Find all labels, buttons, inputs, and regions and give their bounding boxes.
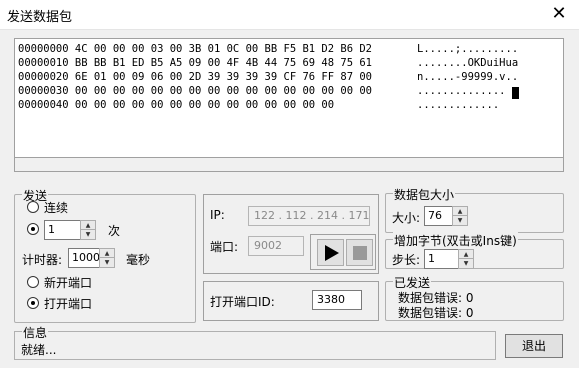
window-title: 发送数据包 <box>7 10 73 25</box>
stop-button[interactable] <box>346 239 373 266</box>
continuous-radio[interactable] <box>27 201 39 213</box>
timer-spinner[interactable]: ▲ ▼ <box>99 248 115 268</box>
new-port-radio[interactable] <box>27 276 39 288</box>
timer-input[interactable]: 1000 <box>68 248 101 268</box>
hex-view[interactable]: 00000000 4C 00 00 00 03 00 3B 01 0C 00 B… <box>14 38 564 172</box>
hex-lines: 00000000 4C 00 00 00 03 00 3B 01 0C 00 B… <box>18 42 372 112</box>
stop-icon <box>353 246 367 260</box>
count-unit-label: 次 <box>108 224 121 238</box>
close-button[interactable]: ✕ <box>539 0 579 30</box>
hex-line: 00000030 00 00 00 00 00 00 00 00 00 00 0… <box>18 85 373 97</box>
port-label: 端口: <box>210 240 239 254</box>
port-id-input[interactable]: 3380 <box>312 290 362 310</box>
add-bytes-group-label: 增加字节(双击或Ins键) <box>393 232 518 249</box>
size-input[interactable]: 76 <box>424 206 454 226</box>
count-radio[interactable] <box>27 223 39 235</box>
info-group-label: 信息 <box>22 324 49 341</box>
step-input[interactable]: 1 <box>424 249 460 269</box>
play-icon <box>325 245 339 261</box>
port-id-label: 打开端口ID: <box>210 295 275 309</box>
ascii-line: n.....-99999.v.. <box>417 71 519 83</box>
size-spinner[interactable]: ▲ ▼ <box>452 206 468 226</box>
ascii-lines: L.....;......... ........OKDuiHua n.....… <box>417 42 518 112</box>
exit-button[interactable]: 退出 <box>505 334 563 358</box>
step-spinner[interactable]: ▲ ▼ <box>458 249 474 269</box>
hex-line: 00000010 BB BB B1 ED B5 A5 09 00 4F 4B 4… <box>18 57 373 69</box>
step-label: 步长: <box>392 253 421 267</box>
spin-down-icon[interactable]: ▼ <box>100 258 114 267</box>
ascii-line: ........OKDuiHua <box>417 57 519 69</box>
packet-size-group-label: 数据包大小 <box>393 186 456 203</box>
ip-label: IP: <box>210 208 225 222</box>
hex-line: 00000000 4C 00 00 00 03 00 3B 01 0C 00 B… <box>18 43 373 55</box>
play-button[interactable] <box>317 239 344 266</box>
open-port-label: 打开端口 <box>44 297 93 311</box>
spin-up-icon[interactable]: ▲ <box>453 207 467 216</box>
count-input[interactable]: 1 <box>44 220 84 240</box>
open-port-radio[interactable] <box>27 297 39 309</box>
info-group: 信息 就绪... <box>14 324 496 360</box>
hex-line: 00000020 6E 01 00 09 06 00 2D 39 39 39 3… <box>18 71 373 83</box>
timer-unit-label: 毫秒 <box>126 253 151 267</box>
text-cursor <box>512 87 519 99</box>
horizontal-scrollbar[interactable] <box>14 157 564 172</box>
ascii-line: L.....;......... <box>417 43 519 55</box>
new-port-label: 新开端口 <box>44 276 93 290</box>
sent-error-count: 数据包错误: 0 <box>398 306 474 320</box>
continuous-label: 连续 <box>44 201 69 215</box>
spin-down-icon[interactable]: ▼ <box>81 230 95 239</box>
spin-up-icon[interactable]: ▲ <box>100 249 114 258</box>
count-spinner[interactable]: ▲ ▼ <box>80 220 96 240</box>
spin-down-icon[interactable]: ▼ <box>459 259 473 268</box>
ip-address-field[interactable]: 122 . 112 . 214 . 171 <box>248 206 370 226</box>
status-text: 就绪... <box>21 343 57 357</box>
spin-up-icon[interactable]: ▲ <box>459 250 473 259</box>
spin-down-icon[interactable]: ▼ <box>453 216 467 225</box>
title-bar: 发送数据包 ✕ <box>0 0 579 30</box>
timer-label: 计时器: <box>22 253 63 267</box>
spin-up-icon[interactable]: ▲ <box>81 221 95 230</box>
size-label: 大小: <box>392 211 421 225</box>
port-field[interactable]: 9002 <box>248 236 304 256</box>
ascii-line: .............. <box>417 85 506 97</box>
hex-line: 00000040 00 00 00 00 00 00 00 00 00 00 0… <box>18 99 335 111</box>
ascii-line: ............. <box>417 99 500 111</box>
